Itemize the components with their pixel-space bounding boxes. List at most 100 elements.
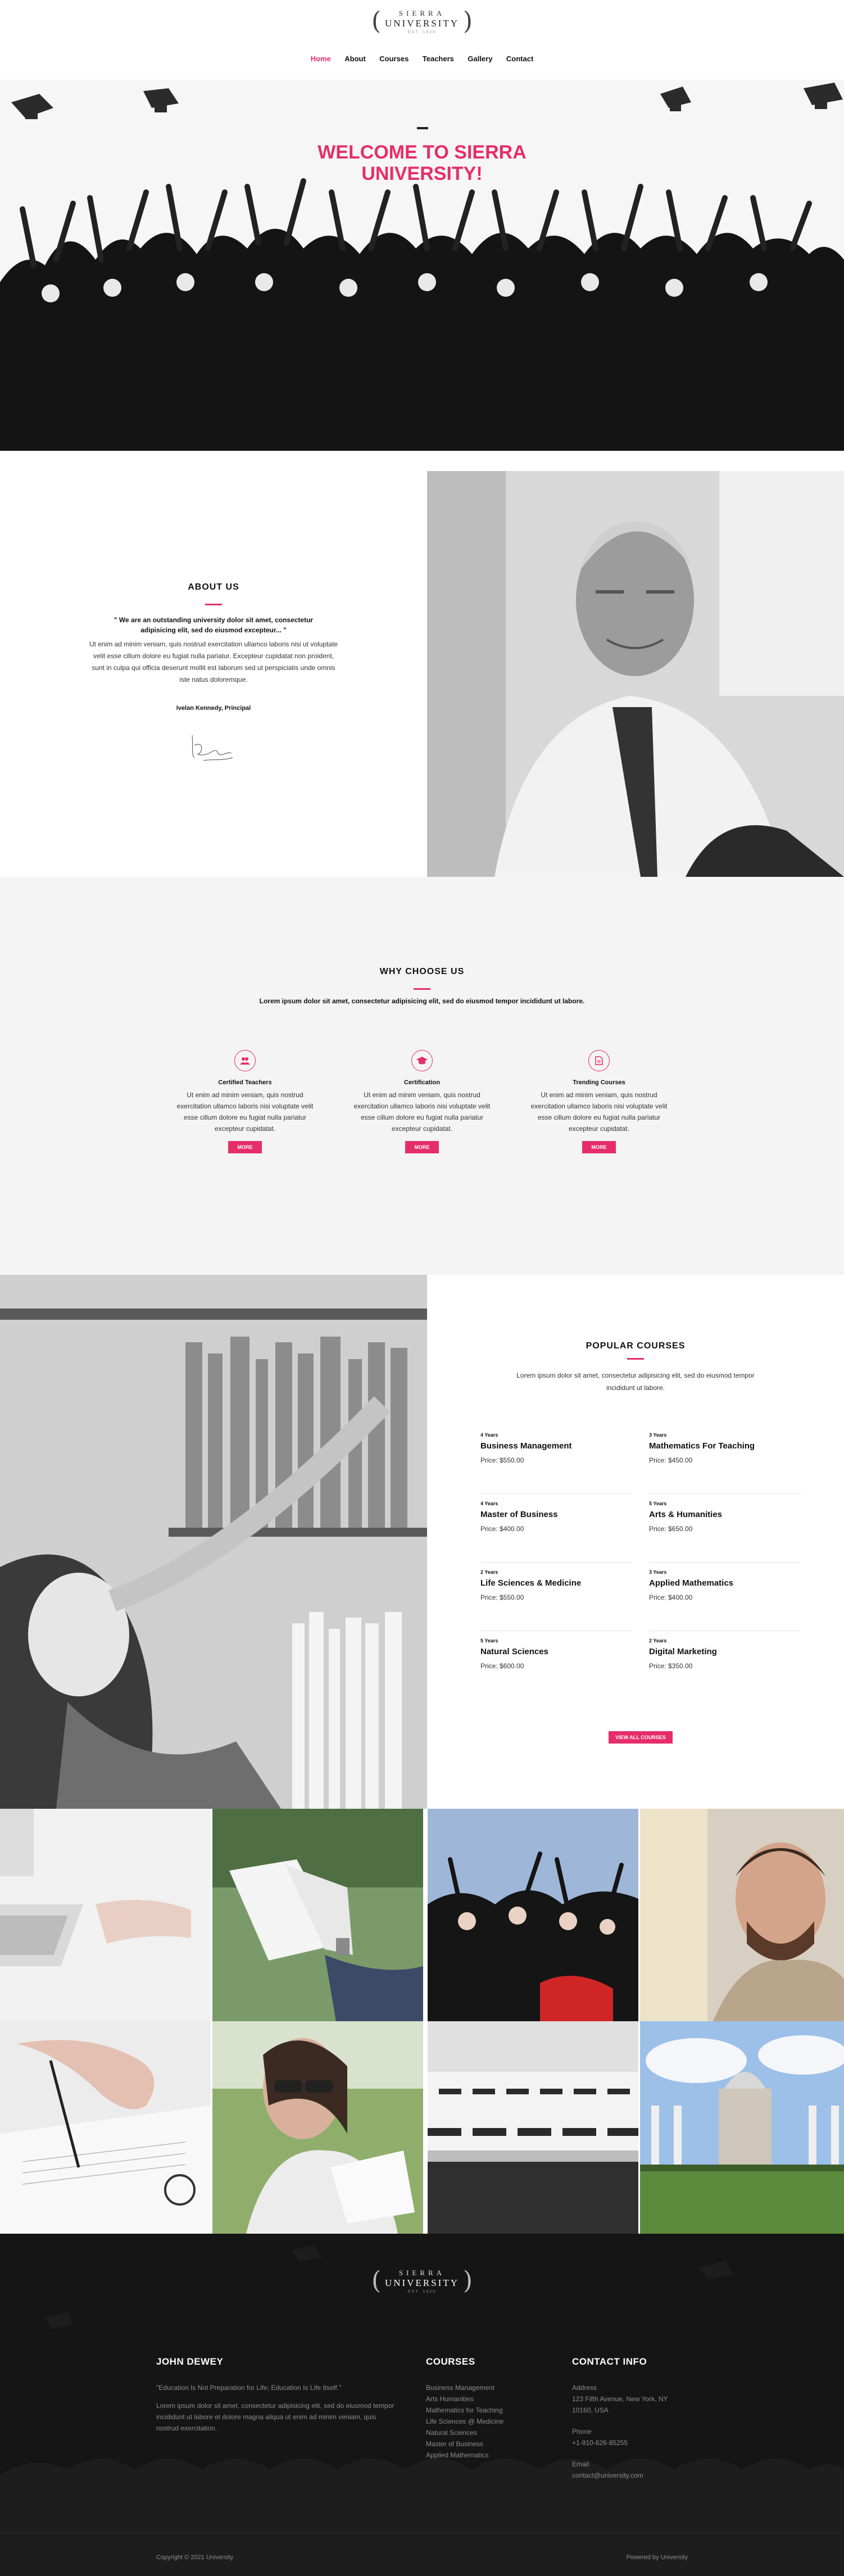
course-price: Price: $550.00 xyxy=(480,1456,524,1464)
hero-divider xyxy=(417,127,428,129)
feature-text: Ut enim ad minim veniam, quis nostrud ex… xyxy=(530,1091,668,1133)
footer-course-link[interactable]: Applied Mathematics xyxy=(426,2450,538,2461)
nav-teachers[interactable]: Teachers xyxy=(423,55,454,63)
footer-courses-heading: COURSES xyxy=(426,2356,475,2367)
email-value[interactable]: contact@university.com xyxy=(572,2470,696,2481)
course-item[interactable]: 4 Years Master of Business Price: $400.0… xyxy=(480,1501,632,1563)
footer-course-link[interactable]: Arts Humanities xyxy=(426,2393,538,2405)
footer-courses-column: COURSES Business Management Arts Humanit… xyxy=(426,2356,538,2461)
footer-course-link[interactable]: Master of Business xyxy=(426,2438,538,2450)
course-item[interactable]: 4 Years Business Management Price: $550.… xyxy=(480,1432,632,1494)
feature-certification: Certification Ut enim ad minim veniam, q… xyxy=(352,1050,492,1153)
why-underline xyxy=(414,988,430,990)
gallery-image-laptop[interactable] xyxy=(0,1809,211,2021)
nav-about[interactable]: About xyxy=(344,55,366,63)
course-name[interactable]: Master of Business xyxy=(480,1510,632,1519)
footer-about-column: JOHN DEWEY "Education Is Not Preparation… xyxy=(156,2356,398,2434)
gallery-image-writing[interactable] xyxy=(0,2021,211,2234)
course-name[interactable]: Digital Marketing xyxy=(649,1647,801,1656)
course-price: Price: $350.00 xyxy=(649,1662,693,1670)
footer-course-link[interactable]: Business Management xyxy=(426,2382,538,2393)
gallery-section xyxy=(0,1809,844,2234)
course-duration: 4 Years xyxy=(480,1501,498,1506)
logo-bracket-right: ) xyxy=(462,7,473,35)
course-duration: 3 Years xyxy=(649,1569,667,1575)
library-photo-art xyxy=(0,1275,427,1809)
feature-title: Certification xyxy=(403,1079,441,1086)
course-name[interactable]: Arts & Humanities xyxy=(649,1510,801,1519)
feature-text: Ut enim ad minim veniam, quis nostrud ex… xyxy=(353,1091,491,1133)
graduation-cap-icon xyxy=(411,1050,433,1071)
hero-title-line1: WELCOME TO SIERRA xyxy=(317,142,527,163)
course-duration: 2 Years xyxy=(480,1569,498,1575)
footer-course-link[interactable]: Life Sciences @ Medicine xyxy=(426,2416,538,2427)
gallery-image-graduates[interactable] xyxy=(428,1809,638,2021)
hero-title-line2: UNIVERSITY! xyxy=(361,163,483,184)
logo-top-text: SIERRA xyxy=(398,2269,446,2277)
nav-courses[interactable]: Courses xyxy=(379,55,409,63)
why-lead: Lorem ipsum dolor sit amet, consectetur … xyxy=(259,997,585,1005)
course-item[interactable]: 5 Years Arts & Humanities Price: $650.00 xyxy=(649,1501,801,1563)
more-button[interactable]: MORE xyxy=(228,1141,262,1153)
course-item[interactable]: 5 Years Natural Sciences Price: $600.00 xyxy=(480,1638,632,1700)
feature-text: Ut enim ad minim veniam, quis nostrud ex… xyxy=(176,1091,314,1133)
course-duration: 3 Years xyxy=(649,1432,667,1438)
hero-section: WELCOME TO SIERRA UNIVERSITY! xyxy=(0,80,844,451)
courses-underline xyxy=(627,1358,644,1360)
logo-name-text: UNIVERSITY xyxy=(385,18,459,29)
site-logo[interactable]: ( SIERRA UNIVERSITY EST. 1920 ) xyxy=(366,4,478,38)
feature-trending-courses: Trending Courses Ut enim ad minim veniam… xyxy=(529,1050,669,1153)
nav-home[interactable]: Home xyxy=(311,55,331,63)
course-name[interactable]: Life Sciences & Medicine xyxy=(480,1578,632,1588)
nav-contact[interactable]: Contact xyxy=(506,55,533,63)
course-name[interactable]: Mathematics For Teaching xyxy=(649,1441,801,1451)
feature-certified-teachers: Certified Teachers Ut enim ad minim veni… xyxy=(175,1050,315,1153)
gallery-image-student-thinking[interactable] xyxy=(640,1809,844,2021)
about-section: ABOUT US " We are an outstanding univers… xyxy=(0,471,844,877)
course-duration: 5 Years xyxy=(480,1638,498,1644)
phone-value[interactable]: +1-910-626-85255 xyxy=(572,2437,696,2448)
footer-course-link[interactable]: Mathematics for Teaching xyxy=(426,2405,538,2416)
course-price: Price: $650.00 xyxy=(649,1525,693,1533)
courses-lead: Lorem ipsum dolor sit amet, consectetur … xyxy=(516,1371,755,1392)
course-name[interactable]: Natural Sciences xyxy=(480,1647,632,1656)
footer-course-link[interactable]: Natural Sciences xyxy=(426,2427,538,2438)
feature-title: Trending Courses xyxy=(573,1079,625,1086)
users-icon xyxy=(234,1050,256,1071)
view-all-courses-button[interactable]: VIEW ALL COURSES xyxy=(609,1731,673,1744)
footer-logo[interactable]: ( SIERRA UNIVERSITY EST. 1920 ) xyxy=(366,2264,478,2298)
more-button[interactable]: MORE xyxy=(582,1141,616,1153)
logo-name-text: UNIVERSITY xyxy=(385,2278,459,2288)
course-item[interactable]: 3 Years Applied Mathematics Price: $400.… xyxy=(649,1569,801,1631)
logo-est-text: EST. 1920 xyxy=(407,30,437,34)
course-price: Price: $400.00 xyxy=(480,1525,524,1533)
course-name[interactable]: Applied Mathematics xyxy=(649,1578,801,1588)
gallery-image-campus-building[interactable] xyxy=(640,2021,844,2234)
hero-image xyxy=(0,83,844,451)
course-item[interactable]: 2 Years Life Sciences & Medicine Price: … xyxy=(480,1569,632,1631)
document-icon xyxy=(588,1050,610,1071)
copyright-text: Copyright © 2021 University xyxy=(156,2554,234,2561)
course-item[interactable]: 3 Years Mathematics For Teaching Price: … xyxy=(649,1432,801,1494)
address-label: Address xyxy=(572,2384,597,2392)
about-underline xyxy=(205,604,222,605)
gallery-image-reading-book[interactable] xyxy=(212,1809,423,2021)
course-duration: 4 Years xyxy=(480,1432,498,1438)
gallery-image-lecture-hall[interactable] xyxy=(428,2021,638,2234)
nav-gallery[interactable]: Gallery xyxy=(468,55,492,63)
footer-quote: "Education Is Not Preparation for Life; … xyxy=(156,2384,342,2392)
course-name[interactable]: Business Management xyxy=(480,1441,632,1451)
principal-photo-art xyxy=(427,471,844,877)
course-item[interactable]: 2 Years Digital Marketing Price: $350.00 xyxy=(649,1638,801,1700)
powered-by-text: Powered by University xyxy=(626,2554,688,2561)
courses-heading: POPULAR COURSES xyxy=(586,1341,686,1351)
course-price: Price: $450.00 xyxy=(649,1456,693,1464)
logo-bracket-right: ) xyxy=(462,2266,473,2295)
footer-about-text: Lorem ipsum dolor sit amet, consectetur … xyxy=(156,2402,394,2432)
about-heading: ABOUT US xyxy=(188,582,239,592)
gallery-image-sunglasses-reader[interactable] xyxy=(212,2021,423,2234)
address-line-2: 10160, USA xyxy=(572,2406,609,2414)
principal-photo xyxy=(427,471,844,877)
course-price: Price: $400.00 xyxy=(649,1593,693,1601)
more-button[interactable]: MORE xyxy=(405,1141,439,1153)
